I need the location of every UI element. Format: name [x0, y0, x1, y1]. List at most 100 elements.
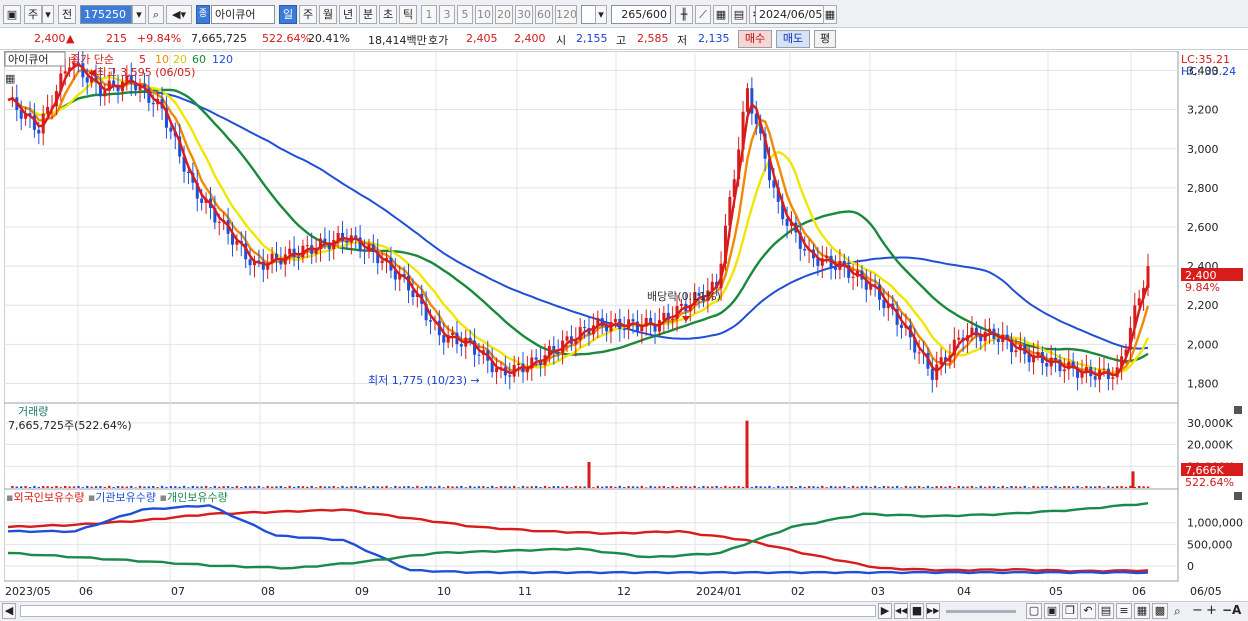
change-value: 215 — [106, 32, 127, 45]
window-menu-icon[interactable]: ▣ — [3, 5, 21, 24]
volume-bar — [781, 486, 784, 488]
table-icon[interactable]: ▦ — [1134, 603, 1150, 619]
period-type-select[interactable]: 주 — [24, 5, 42, 24]
chevron-down-icon[interactable]: ▾ — [132, 5, 146, 24]
stock-code-input[interactable]: 175250 — [80, 5, 132, 24]
grid-icon[interactable]: ▦ — [713, 5, 729, 24]
rewind-icon[interactable]: ◀◀ — [894, 603, 908, 619]
candle-body — [556, 352, 560, 354]
stock-name-field[interactable]: 아이큐어 — [211, 5, 275, 24]
zoom-slider[interactable] — [946, 610, 1016, 613]
zoom-in-icon[interactable]: + — [1206, 603, 1217, 618]
x-axis-label: 10 — [437, 585, 451, 598]
minute-option[interactable]: 1 — [421, 5, 437, 24]
tab-tick[interactable]: 틱 — [399, 5, 417, 24]
x-axis-right-label: 06/05 — [1190, 585, 1222, 598]
prev-button[interactable]: 전 — [58, 5, 76, 24]
scroll-left-icon[interactable]: ◀ — [2, 603, 16, 619]
candle-icon[interactable]: ╫ — [675, 5, 693, 24]
search-icon[interactable]: ⌕ — [148, 5, 164, 24]
list-icon[interactable]: ≡ — [1116, 603, 1132, 619]
chart-scrollbar[interactable]: ◀ ▶ ◀◀ ■ ▶▶ ▢ ▣ ❐ ↶ ▤ ≡ ▦ ▩ ⌕ − + −A — [0, 601, 1248, 621]
calendar-icon[interactable]: ▦ — [823, 5, 837, 24]
change-percent: +9.84% — [137, 32, 182, 45]
scroll-right-icon[interactable]: ▶ — [878, 603, 892, 619]
panel-menu-icon[interactable]: ▦ — [5, 72, 15, 85]
candle-body — [63, 71, 67, 74]
tab-day[interactable]: 일 — [279, 5, 297, 24]
data-count-field[interactable]: 265/600 — [611, 5, 671, 24]
chevron-down-icon[interactable]: ▾ — [42, 5, 54, 24]
minute-option[interactable]: 10 — [475, 5, 493, 24]
volume-bar — [376, 486, 379, 488]
minute-option[interactable]: 120 — [555, 5, 577, 24]
holder-close-icon[interactable] — [1234, 492, 1242, 500]
tab-year[interactable]: 년 — [339, 5, 357, 24]
candle-body — [248, 259, 252, 266]
magnify-icon[interactable]: ⌕ — [1174, 604, 1181, 619]
zoom-fit-icon[interactable]: ▢ — [1026, 603, 1042, 619]
chart-icon[interactable]: ▤ — [1098, 603, 1114, 619]
tab-minute[interactable]: 분 — [359, 5, 377, 24]
volume-bar — [306, 486, 309, 488]
minute-option[interactable]: 3 — [439, 5, 455, 24]
copy-icon[interactable]: ❐ — [1062, 603, 1078, 619]
volume-bar — [1032, 485, 1035, 488]
volume-bar — [1111, 486, 1114, 488]
minute-option[interactable]: 60 — [535, 5, 553, 24]
date-input[interactable]: 2024/06/05 — [755, 5, 825, 24]
high-price: 2,585 — [637, 32, 669, 45]
volume-bar — [323, 486, 327, 488]
candle-body — [833, 267, 837, 270]
volume-bar — [204, 485, 208, 488]
tab-second[interactable]: 초 — [379, 5, 397, 24]
buy-button[interactable]: 매수 — [738, 30, 772, 48]
sound-icon[interactable]: ◀▾ — [166, 5, 192, 24]
low-label: 저 — [677, 34, 688, 47]
volume-bar — [799, 485, 802, 488]
candle-body — [1054, 357, 1058, 360]
forward-icon[interactable]: ▶▶ — [926, 603, 940, 619]
volume-bar — [455, 486, 459, 488]
minute-option[interactable]: 20 — [495, 5, 513, 24]
tab-month[interactable]: 월 — [319, 5, 337, 24]
undo-icon[interactable]: ↶ — [1080, 603, 1096, 619]
tab-week[interactable]: 주 — [299, 5, 317, 24]
volume-bar — [125, 486, 129, 488]
volume-close-icon[interactable] — [1234, 406, 1242, 414]
x-axis-label: 03 — [871, 585, 885, 598]
text-size-icon[interactable]: −A — [1222, 603, 1241, 617]
volume-bar — [675, 486, 679, 488]
sell-button[interactable]: 매도 — [776, 30, 810, 48]
save-icon[interactable]: ▤ — [731, 5, 747, 24]
volume-bar — [878, 487, 881, 488]
volume-bar — [552, 486, 555, 488]
candle-body — [996, 338, 1000, 343]
zoom-area-icon[interactable]: ▣ — [1044, 603, 1060, 619]
line-tool-icon[interactable]: ⟋ — [695, 5, 711, 24]
volume-bar — [292, 486, 296, 488]
volume-spike-bar — [587, 461, 591, 488]
volume-bar — [297, 486, 300, 488]
volume-bar — [838, 486, 842, 488]
volume-bar — [77, 485, 80, 488]
scroll-track[interactable] — [20, 605, 876, 617]
volume-bar — [763, 486, 767, 488]
volume-bar — [15, 486, 19, 488]
candle-body — [745, 88, 749, 112]
volume-bar — [1023, 485, 1026, 488]
avg-button[interactable]: 평 — [814, 30, 836, 48]
volume-bar — [235, 485, 239, 488]
volume-bar — [50, 486, 54, 488]
minute-option[interactable]: 30 — [515, 5, 533, 24]
minute-option[interactable]: 5 — [457, 5, 473, 24]
stock-chart[interactable]: 아이큐어 종가 단순 5 10 20 60 120 ▦ ◀최고 3,595 (0… — [4, 51, 1244, 601]
zoom-out-icon[interactable]: − — [1192, 603, 1203, 618]
volume-bar — [209, 487, 212, 488]
chevron-down-icon[interactable]: ▾ — [595, 5, 607, 24]
volume-bar — [574, 485, 577, 488]
candle-body — [508, 375, 512, 377]
stop-icon[interactable]: ■ — [910, 603, 924, 619]
volume-bar — [477, 486, 481, 488]
grid-view-icon[interactable]: ▩ — [1152, 603, 1168, 619]
